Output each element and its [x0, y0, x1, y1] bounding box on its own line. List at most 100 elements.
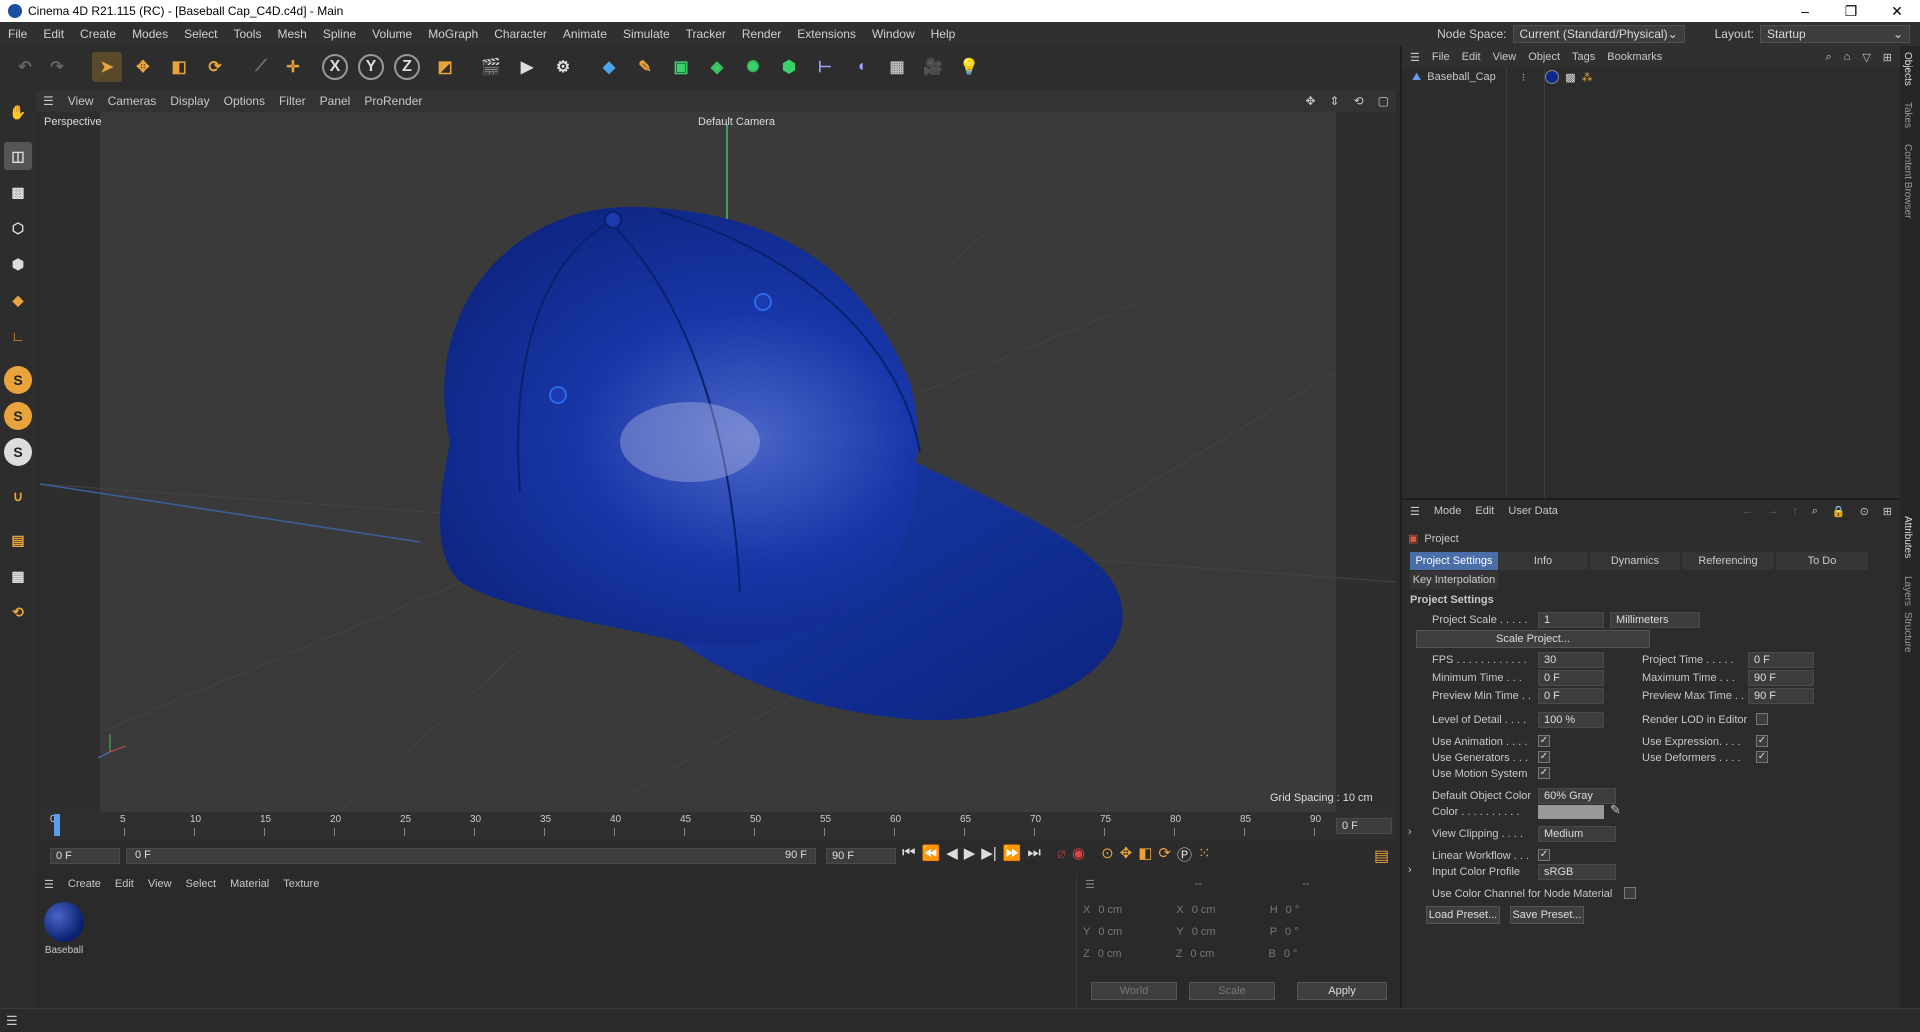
scale-project-button[interactable]: Scale Project...	[1416, 630, 1650, 648]
light-icon[interactable]: 💡	[954, 52, 984, 82]
tab-info[interactable]: Info	[1498, 552, 1588, 570]
z-axis-lock-icon[interactable]: Z	[394, 54, 420, 80]
home-icon[interactable]: ⌂	[1844, 51, 1851, 63]
coord-field[interactable]: 0 °	[1285, 926, 1345, 948]
material-menu-edit[interactable]: Edit	[115, 878, 134, 891]
record-keys-icon[interactable]: ⌀	[1057, 844, 1066, 865]
viewport-menu-prorender[interactable]: ProRender	[357, 94, 429, 108]
apply-button[interactable]: Apply	[1297, 982, 1387, 1000]
next-frame-icon[interactable]: ▶|	[981, 844, 996, 865]
rotation-key-icon[interactable]: ⟳	[1158, 844, 1171, 865]
move-view-icon[interactable]: ✥	[1298, 94, 1322, 108]
menu-select[interactable]: Select	[176, 27, 225, 41]
magnet-icon[interactable]: ∪	[4, 482, 32, 510]
hamburger-icon[interactable]: ☰	[1410, 51, 1420, 64]
side-tab-objects[interactable]: Objects	[1902, 52, 1913, 86]
render-view-icon[interactable]: 🎬	[476, 52, 506, 82]
object-menu-file[interactable]: File	[1432, 51, 1450, 63]
linear-workflow-checkbox[interactable]: ✓	[1538, 849, 1550, 861]
node-material-checkbox[interactable]	[1624, 887, 1636, 899]
lod-field[interactable]: 100 %	[1538, 712, 1604, 728]
coord-field[interactable]: 0 °	[1286, 904, 1346, 926]
locked-workplane-icon[interactable]: ⟲	[4, 598, 32, 626]
snap-settings-icon[interactable]: S	[4, 402, 32, 430]
attr-menu-edit[interactable]: Edit	[1475, 505, 1494, 517]
phong-tag-icon[interactable]: ⁂	[1582, 71, 1593, 84]
node-space-dropdown[interactable]: Current (Standard/Physical) ⌄	[1512, 25, 1685, 43]
live-selection-icon[interactable]: ➤	[92, 52, 122, 82]
rotate-view-icon[interactable]: ⟲	[1347, 94, 1371, 108]
render-to-picture-viewer-icon[interactable]: ▶	[512, 52, 542, 82]
menu-spline[interactable]: Spline	[315, 27, 364, 41]
use-motion-checkbox[interactable]: ✓	[1538, 767, 1550, 779]
use-deformers-checkbox[interactable]: ✓	[1756, 751, 1768, 763]
fps-field[interactable]: 30	[1538, 652, 1604, 668]
menu-mesh[interactable]: Mesh	[269, 27, 314, 41]
keyframe-selection-icon[interactable]: ⊙	[1101, 844, 1114, 865]
object-row[interactable]: ⛰ Baseball_Cap ⁝ ▩ ⁂	[1402, 68, 1900, 86]
expand-arrow-icon[interactable]: ›	[1408, 864, 1412, 876]
next-key-icon[interactable]: ⏩	[1003, 844, 1022, 865]
hamburger-icon[interactable]: ☰	[6, 1013, 18, 1029]
settings-icon[interactable]: ⊙	[1860, 505, 1869, 518]
x-axis-lock-icon[interactable]: X	[322, 54, 348, 80]
menu-edit[interactable]: Edit	[35, 27, 72, 41]
current-frame-field[interactable]: 0 F	[1336, 818, 1392, 834]
make-editable-icon[interactable]: ✋	[4, 98, 32, 126]
attr-menu-mode[interactable]: Mode	[1434, 505, 1462, 517]
up-icon[interactable]: ↑	[1792, 505, 1798, 517]
coord-field[interactable]: 0 cm	[1098, 948, 1168, 970]
coord-field[interactable]: 0 cm	[1192, 904, 1262, 926]
snap-icon[interactable]: S	[4, 366, 32, 394]
menu-modes[interactable]: Modes	[124, 27, 176, 41]
start-frame-field[interactable]: 0 F	[50, 848, 120, 864]
viewport-menu-panel[interactable]: Panel	[313, 94, 358, 108]
layer-visibility-icon[interactable]: ⁝	[1522, 71, 1526, 84]
material-menu-select[interactable]: Select	[186, 878, 217, 891]
coord-field[interactable]: 0 cm	[1192, 926, 1262, 948]
texture-tag-icon[interactable]: ▩	[1565, 71, 1575, 84]
model-mode-icon[interactable]: ◫	[4, 142, 32, 170]
coord-size-dropdown[interactable]: Scale	[1189, 982, 1275, 1000]
menu-render[interactable]: Render	[734, 27, 789, 41]
floor-icon[interactable]: ▦	[882, 52, 912, 82]
side-tab-attributes[interactable]: Attributes	[1902, 516, 1913, 558]
field-icon[interactable]: ◖	[846, 52, 876, 82]
hamburger-icon[interactable]: ☰	[1410, 505, 1420, 518]
view-clipping-dropdown[interactable]: Medium	[1538, 826, 1616, 842]
workplane-lock-icon[interactable]: ▦	[4, 562, 32, 590]
menu-tracker[interactable]: Tracker	[678, 27, 734, 41]
render-settings-icon[interactable]: ⚙	[548, 52, 578, 82]
close-icon[interactable]: ✕	[1874, 3, 1920, 20]
object-menu-view[interactable]: View	[1493, 51, 1517, 63]
object-menu-object[interactable]: Object	[1528, 51, 1560, 63]
3d-viewport[interactable]: Perspective Default Camera Grid Spacing …	[40, 112, 1396, 812]
material-menu-view[interactable]: View	[148, 878, 172, 891]
viewport-menu-view[interactable]: View	[61, 94, 101, 108]
edges-mode-icon[interactable]: ⬢	[4, 250, 32, 278]
position-key-icon[interactable]: ✥	[1120, 844, 1133, 865]
goto-end-icon[interactable]: ⏭	[1027, 844, 1041, 865]
auto-keying-icon[interactable]: ◉	[1072, 844, 1085, 865]
side-tab-structure[interactable]: Structure	[1902, 612, 1913, 653]
move-icon[interactable]: ✥	[128, 52, 158, 82]
viewport-menu-display[interactable]: Display	[163, 94, 216, 108]
coord-field[interactable]: 0 cm	[1098, 904, 1168, 926]
menu-simulate[interactable]: Simulate	[615, 27, 678, 41]
back-icon[interactable]: ←	[1742, 505, 1753, 517]
rotate-icon[interactable]: ⟳	[200, 52, 230, 82]
minimum-time-field[interactable]: 0 F	[1538, 670, 1604, 686]
hamburger-icon[interactable]: ☰	[36, 94, 61, 108]
coord-field[interactable]: 0 cm	[1190, 948, 1260, 970]
expand-arrow-icon[interactable]: ›	[1408, 826, 1412, 838]
point-level-icon[interactable]: ⁙	[1198, 844, 1211, 865]
maximum-time-field[interactable]: 90 F	[1748, 670, 1814, 686]
quantize-icon[interactable]: S	[4, 438, 32, 466]
search-icon[interactable]: ⌕	[1812, 505, 1818, 518]
save-preset-button[interactable]: Save Preset...	[1510, 906, 1584, 924]
workplane-icon[interactable]: ▤	[4, 526, 32, 554]
prev-key-icon[interactable]: ⏪	[922, 844, 941, 865]
minimize-icon[interactable]: –	[1782, 3, 1828, 20]
use-animation-checkbox[interactable]: ✓	[1538, 735, 1550, 747]
project-scale-unit-dropdown[interactable]: Millimeters	[1610, 612, 1700, 628]
